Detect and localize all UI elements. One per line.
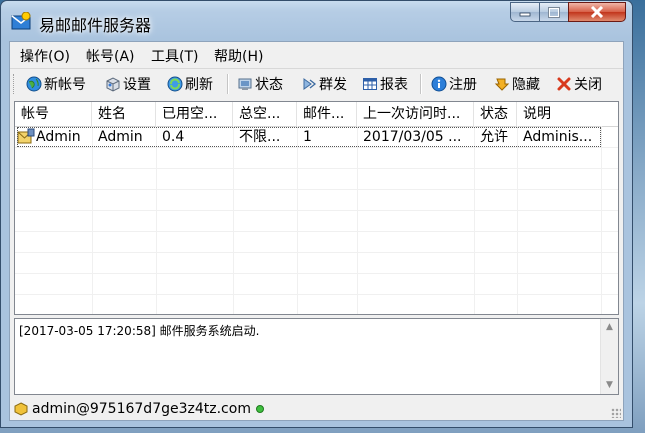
exit-button[interactable]: 关闭 <box>556 74 602 94</box>
hide-button[interactable]: 隐藏 <box>494 74 540 94</box>
report-label: 报表 <box>380 77 408 93</box>
hide-label: 隐藏 <box>512 77 540 93</box>
log-panel[interactable]: [2017-03-05 17:20:58] 邮件服务系统启动. ▲ ▼ <box>14 318 619 395</box>
menu-account[interactable]: 帐号(A) <box>86 46 135 66</box>
exit-label: 关闭 <box>574 77 602 93</box>
toolbar-grip[interactable] <box>13 74 17 94</box>
grid-line <box>233 126 234 314</box>
refresh-button[interactable]: 刷新 <box>167 74 213 94</box>
column-header-total-space[interactable]: 总空... <box>233 102 297 126</box>
scroll-down-icon[interactable]: ▼ <box>601 377 618 394</box>
globe-icon <box>26 76 42 92</box>
column-header-last-visit[interactable]: 上一次访问时... <box>357 102 474 126</box>
cell-mail-count: 1 <box>303 129 312 145</box>
log-line: [2017-03-05 17:20:58] 邮件服务系统启动. <box>19 324 260 338</box>
cell-total-space: 不限... <box>239 129 281 145</box>
status-monitor-icon <box>238 78 252 90</box>
status-button[interactable]: 状态 <box>237 74 283 94</box>
cell-name: Admin <box>98 129 143 145</box>
refresh-label: 刷新 <box>185 77 213 93</box>
close-x-icon <box>557 77 571 91</box>
column-header-status[interactable]: 状态 <box>474 102 517 126</box>
user-status-icon <box>14 402 28 416</box>
menu-tools[interactable]: 工具(T) <box>151 46 198 66</box>
menu-operation[interactable]: 操作(O) <box>20 46 70 66</box>
register-label: 注册 <box>449 77 477 93</box>
grid-line <box>15 168 618 169</box>
report-table-icon <box>363 78 377 90</box>
toolbar-separator <box>227 74 229 94</box>
cell-used-space: 0.4 <box>162 129 185 145</box>
refresh-icon <box>167 76 183 92</box>
status-account-pane: admin@975167d7ge3z4tz.com <box>14 400 265 418</box>
scroll-up-icon[interactable]: ▲ <box>601 319 618 336</box>
report-button[interactable]: 报表 <box>362 74 408 94</box>
log-scrollbar[interactable]: ▲ ▼ <box>600 319 618 394</box>
column-header-mail-count[interactable]: 邮件... <box>297 102 357 126</box>
grid-line <box>15 147 618 148</box>
grid-line <box>15 231 618 232</box>
cell-account: Admin <box>36 129 81 145</box>
online-indicator-icon <box>255 405 264 413</box>
grid-line <box>92 126 93 314</box>
status-account: admin@975167d7ge3z4tz.com <box>32 401 251 417</box>
broadcast-label: 群发 <box>319 77 347 93</box>
window-title: 易邮邮件服务器 <box>39 16 152 35</box>
grid-line <box>601 126 602 314</box>
grid-line <box>517 126 518 314</box>
cell-status: 允许 <box>480 129 508 145</box>
close-icon <box>590 6 604 18</box>
hide-arrow-icon <box>494 78 510 91</box>
maximize-icon <box>548 6 560 18</box>
status-label: 状态 <box>255 77 283 93</box>
menu-help[interactable]: 帮助(H) <box>214 46 263 66</box>
column-header-description[interactable]: 说明 <box>517 102 618 126</box>
resize-grip[interactable] <box>611 408 621 418</box>
grid-line <box>474 126 475 314</box>
grid-line <box>15 252 618 253</box>
grid-line <box>156 126 157 314</box>
new-account-label: 新帐号 <box>44 77 86 93</box>
column-header-name[interactable]: 姓名 <box>92 102 156 126</box>
new-account-button[interactable]: 新帐号 <box>26 74 86 94</box>
account-list[interactable]: 帐号 姓名 已用空... 总空... 邮件... 上一次访问时... 状态 说明 <box>14 101 619 315</box>
settings-button[interactable]: 设置 <box>105 74 151 94</box>
account-list-header: 帐号 姓名 已用空... 总空... 邮件... 上一次访问时... 状态 说明 <box>15 102 618 127</box>
column-header-account[interactable]: 帐号 <box>15 102 92 126</box>
broadcast-button[interactable]: 群发 <box>301 74 347 94</box>
grid-line <box>297 126 298 314</box>
maximize-button[interactable] <box>539 2 569 22</box>
minimize-button[interactable] <box>510 2 540 22</box>
info-icon <box>431 76 447 92</box>
menu-bar: 操作(O) 帐号(A) 工具(T) 帮助(H) <box>10 42 623 66</box>
minimize-icon <box>519 12 531 17</box>
grid-line <box>15 189 618 190</box>
status-bar: admin@975167d7ge3z4tz.com <box>10 398 623 420</box>
register-button[interactable]: 注册 <box>431 74 477 94</box>
close-button[interactable] <box>568 2 626 22</box>
broadcast-icon <box>303 78 317 90</box>
column-header-used-space[interactable]: 已用空... <box>156 102 233 126</box>
settings-box-icon <box>106 77 120 92</box>
client-area: 操作(O) 帐号(A) 工具(T) 帮助(H) 新帐号 设置 刷新 状态 群发 … <box>9 41 624 421</box>
toolbar: 新帐号 设置 刷新 状态 群发 报表 注册 隐藏 关闭 <box>10 68 623 99</box>
grid-line <box>357 126 358 314</box>
grid-line <box>15 273 618 274</box>
cell-description: Adminis... <box>523 129 593 145</box>
table-row[interactable]: Admin Admin 0.4 不限... 1 2017/03/05 ... 允… <box>15 127 618 147</box>
grid-line <box>15 294 618 295</box>
toolbar-separator <box>420 74 422 94</box>
app-window: 易邮邮件服务器 操作(O) 帐号(A) 工具(T) 帮助(H) 新帐号 设置 刷… <box>0 0 633 428</box>
mail-server-app-icon <box>11 12 31 30</box>
title-bar[interactable]: 易邮邮件服务器 <box>1 1 632 41</box>
cell-last-visit: 2017/03/05 ... <box>363 129 462 145</box>
settings-label: 设置 <box>123 77 151 93</box>
grid-line <box>15 210 618 211</box>
